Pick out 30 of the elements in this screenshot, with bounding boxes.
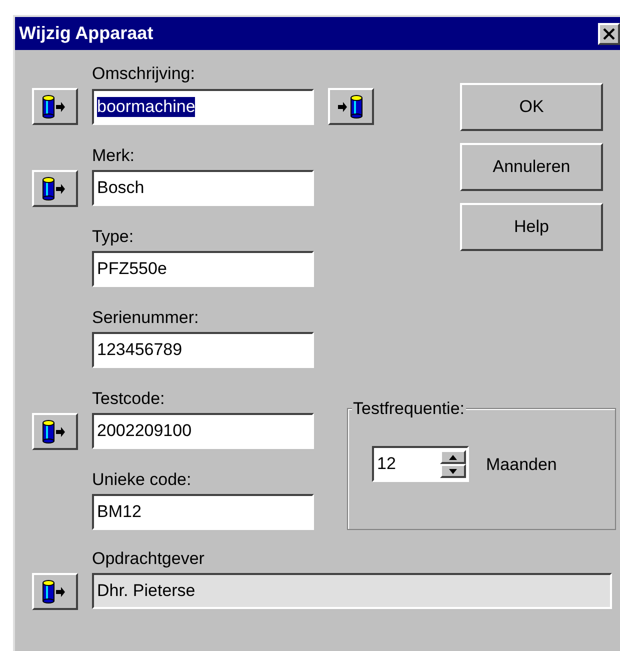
load-button[interactable] <box>32 88 78 125</box>
load-button[interactable] <box>32 413 78 450</box>
up-arrow-icon <box>449 454 457 460</box>
field-label: Serienummer: <box>92 307 200 329</box>
field-label: Type: <box>92 226 135 248</box>
down-arrow-icon <box>449 468 457 474</box>
text-field[interactable]: boormachine <box>92 88 314 124</box>
field-label: Opdrachtgever <box>92 548 206 570</box>
dialog-button[interactable]: Annuleren <box>460 143 603 191</box>
close-button[interactable] <box>598 22 620 44</box>
save-button[interactable] <box>328 88 374 125</box>
spin-field[interactable]: 12 <box>372 446 469 482</box>
load-button[interactable] <box>32 170 78 207</box>
dialog-button[interactable]: Help <box>460 203 603 251</box>
spin-buttons[interactable] <box>440 450 466 478</box>
field-label: Omschrijving: <box>92 63 196 85</box>
field-label: Unieke code: <box>92 469 192 491</box>
unit-label: Maanden <box>486 454 557 476</box>
dialog-button[interactable]: OK <box>460 83 603 131</box>
text-field[interactable]: 123456789 <box>92 332 314 368</box>
text-field[interactable]: 2002209100 <box>92 413 314 449</box>
window-title: Wijzig Apparaat <box>19 22 154 45</box>
text-field[interactable]: Bosch <box>92 170 314 206</box>
field-label: Testcode: <box>92 388 166 410</box>
spin-value: 12 <box>377 453 396 476</box>
text-field[interactable]: PFZ550e <box>92 251 314 287</box>
field-label: Merk: <box>92 145 136 167</box>
close-icon <box>603 28 615 40</box>
text-field[interactable]: BM12 <box>92 494 314 530</box>
arrow-cylinder-icon <box>337 93 365 120</box>
